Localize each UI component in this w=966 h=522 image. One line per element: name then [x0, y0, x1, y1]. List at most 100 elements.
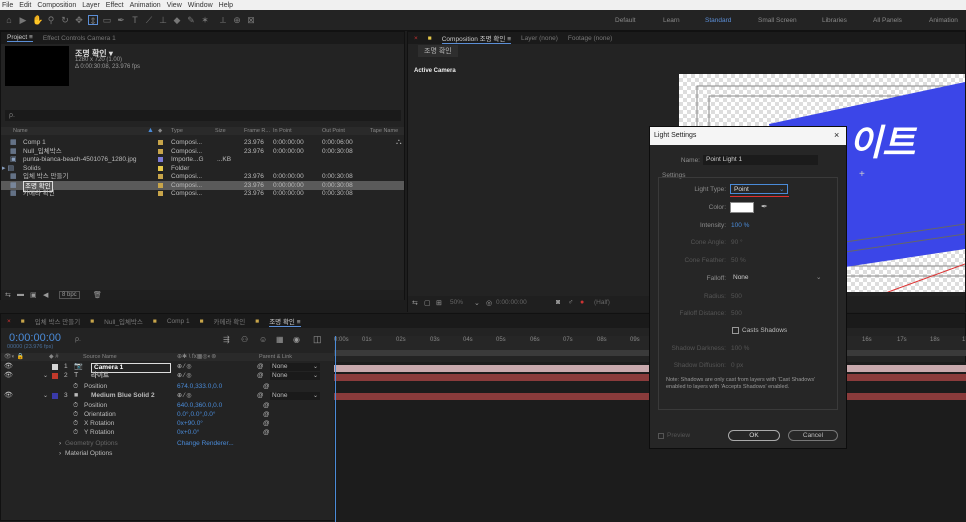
comp-subtab[interactable]: 조명 확인: [418, 45, 458, 57]
cancel-button[interactable]: Cancel: [788, 430, 838, 441]
layer-switches-icons[interactable]: ⊕ ⁄ ◎: [177, 372, 192, 380]
property-row[interactable]: › Material Options: [1, 450, 334, 458]
sort-arrow-icon[interactable]: ▲: [147, 127, 154, 134]
property-value[interactable]: 0x+0.0°: [177, 429, 199, 437]
menu-item-help[interactable]: Help: [219, 2, 233, 9]
zoom-tool-icon[interactable]: ⚲: [46, 15, 56, 25]
pen-tool-icon[interactable]: ✒: [116, 15, 126, 25]
type-tool-icon[interactable]: T: [130, 15, 140, 25]
falloff-select[interactable]: None ⌄: [730, 273, 826, 283]
property-value[interactable]: Change Renderer...: [177, 440, 234, 448]
menu-item-composition[interactable]: Composition: [37, 2, 76, 9]
world-axis-icon[interactable]: ⊕: [232, 15, 242, 25]
property-value[interactable]: 674.0,333.0,0.0: [177, 383, 222, 391]
menu-item-view[interactable]: View: [167, 2, 182, 9]
col-tapename[interactable]: Tape Name: [370, 128, 398, 134]
new-folder-icon[interactable]: ▬: [17, 291, 24, 298]
property-row[interactable]: ⏱ Orientation 0.0°,0.0°,0.0° @: [1, 411, 334, 419]
expand-chevron-icon[interactable]: ⌄: [43, 392, 48, 400]
property-row[interactable]: ⏱ Y Rotation 0x+0.0° @: [1, 429, 334, 437]
zoom-dropdown[interactable]: 50%: [450, 299, 463, 306]
shy-icon[interactable]: ☺: [259, 335, 267, 344]
expand-arrow-icon[interactable]: ›: [59, 440, 61, 448]
resolution-dropdown[interactable]: (Half): [594, 299, 610, 306]
tab-close-icon[interactable]: ×: [7, 318, 11, 325]
snapshot-target-icon[interactable]: ◎: [486, 299, 492, 307]
adjust-icon[interactable]: ◀: [43, 291, 48, 299]
eyedropper-icon[interactable]: ✒: [761, 202, 768, 211]
property-value[interactable]: 640.0,360.0,0.0: [177, 402, 222, 410]
stopwatch-icon[interactable]: ⏱: [73, 383, 78, 391]
stopwatch-icon[interactable]: ⏱: [73, 429, 78, 437]
casts-shadows-checkbox[interactable]: [732, 327, 739, 334]
view-axis-icon[interactable]: ⊠: [246, 15, 256, 25]
draft-3d-icon[interactable]: ⚇: [241, 335, 248, 344]
timeline-tab-2[interactable]: Null_입체박스: [104, 316, 143, 326]
workspace-learn[interactable]: Learn: [663, 17, 680, 24]
col-name[interactable]: Name: [13, 128, 28, 134]
menu-item-layer[interactable]: Layer: [82, 2, 100, 9]
timeline-tab-3[interactable]: Comp 1: [167, 318, 190, 325]
trash-icon[interactable]: 🗑: [93, 291, 102, 299]
intensity-value[interactable]: 100 %: [731, 222, 749, 229]
property-row[interactable]: ⏱ X Rotation 0x+90.0° @: [1, 420, 334, 428]
property-row[interactable]: ⏱ Position 674.0,333.0,0.0 @: [1, 383, 334, 391]
item-label-color[interactable]: [158, 157, 163, 162]
col-size[interactable]: Size: [215, 128, 226, 134]
close-comp-icon[interactable]: ×: [414, 35, 418, 42]
tab-composition[interactable]: Composition 조명 확인 ≡: [441, 33, 511, 44]
expand-arrow-icon[interactable]: ›: [59, 450, 61, 458]
col-outpoint[interactable]: Out Point: [322, 128, 345, 134]
region-of-interest-icon[interactable]: ▢: [424, 299, 431, 307]
stopwatch-icon[interactable]: ⏱: [73, 420, 78, 428]
workspace-libraries[interactable]: Libraries: [822, 17, 847, 24]
layer-label-color[interactable]: [52, 393, 58, 399]
camera-snapshot-icon[interactable]: ◙: [556, 299, 560, 306]
property-pickwhip-icon[interactable]: @: [263, 420, 270, 428]
hand-tool-icon[interactable]: ✋: [32, 15, 43, 25]
timeline-tab-4[interactable]: 카메라 확인: [214, 316, 246, 326]
local-axis-icon[interactable]: ⟂: [218, 15, 228, 25]
menu-item-file[interactable]: File: [2, 2, 13, 9]
comp-mini-flowchart-icon[interactable]: ⇶: [223, 335, 230, 344]
graph-editor-icon[interactable]: ◫: [313, 334, 322, 345]
color-swatch[interactable]: [730, 202, 754, 213]
timeline-timecode[interactable]: 0:00:00:00: [9, 332, 61, 344]
selection-tool-icon[interactable]: ▶: [18, 15, 28, 25]
item-label-color[interactable]: [158, 165, 163, 171]
property-row[interactable]: ⏱ Position 640.0,360.0,0.0 @: [1, 402, 334, 410]
item-label-color[interactable]: [158, 148, 163, 154]
workspace-small-screen[interactable]: Small Screen: [758, 17, 797, 24]
tab-effect-controls[interactable]: Effect Controls Camera 1: [43, 35, 116, 42]
pickwhip-icon[interactable]: @: [257, 363, 264, 371]
always-preview-icon[interactable]: ⇆: [412, 299, 418, 307]
menu-item-animation[interactable]: Animation: [130, 2, 161, 9]
layer-label-color[interactable]: [52, 373, 58, 379]
clone-tool-icon[interactable]: ⊥: [158, 15, 168, 25]
name-input[interactable]: Point Light 1: [703, 155, 818, 165]
lock-icon[interactable]: ■: [428, 35, 432, 42]
property-pickwhip-icon[interactable]: @: [263, 429, 270, 437]
color-channel-icon[interactable]: ●: [580, 299, 584, 306]
dolly-tool-icon[interactable]: ⇕: [88, 15, 98, 26]
workspace-all-panels[interactable]: All Panels: [873, 17, 902, 24]
puppet-tool-icon[interactable]: ✶: [200, 15, 210, 25]
layer-switches-icons[interactable]: ⊕ ⁄ ◎: [177, 392, 192, 400]
tab-project[interactable]: Project ≡: [7, 34, 33, 42]
comp-timecode[interactable]: 0:00:00:00: [496, 299, 527, 306]
project-item[interactable]: ▦ 카메라 확인 Composi... 23.976 0:00:00:00 0:00:30…: [1, 189, 404, 198]
stopwatch-icon[interactable]: ⏱: [73, 411, 78, 419]
workspace-standard[interactable]: Standard: [705, 17, 731, 24]
visibility-eye-icon[interactable]: 👁: [4, 363, 13, 371]
col-type[interactable]: Type: [171, 128, 183, 134]
rectangle-tool-icon[interactable]: ▭: [102, 15, 112, 25]
pan-tool-icon[interactable]: ✥: [74, 15, 84, 25]
property-value[interactable]: 0.0°,0.0°,0.0°: [177, 411, 216, 419]
menu-item-window[interactable]: Window: [188, 2, 213, 9]
frame-blend-icon[interactable]: ▦: [276, 335, 284, 344]
visibility-eye-icon[interactable]: 👁: [4, 392, 13, 400]
ok-button[interactable]: OK: [728, 430, 780, 441]
layer-row[interactable]: 👁 ⌄ 2 T 라이트 ⊕ ⁄ ◎ @ None ⌄: [1, 372, 334, 380]
tab-footage[interactable]: Footage (none): [568, 35, 612, 42]
menu-item-edit[interactable]: Edit: [19, 2, 31, 9]
